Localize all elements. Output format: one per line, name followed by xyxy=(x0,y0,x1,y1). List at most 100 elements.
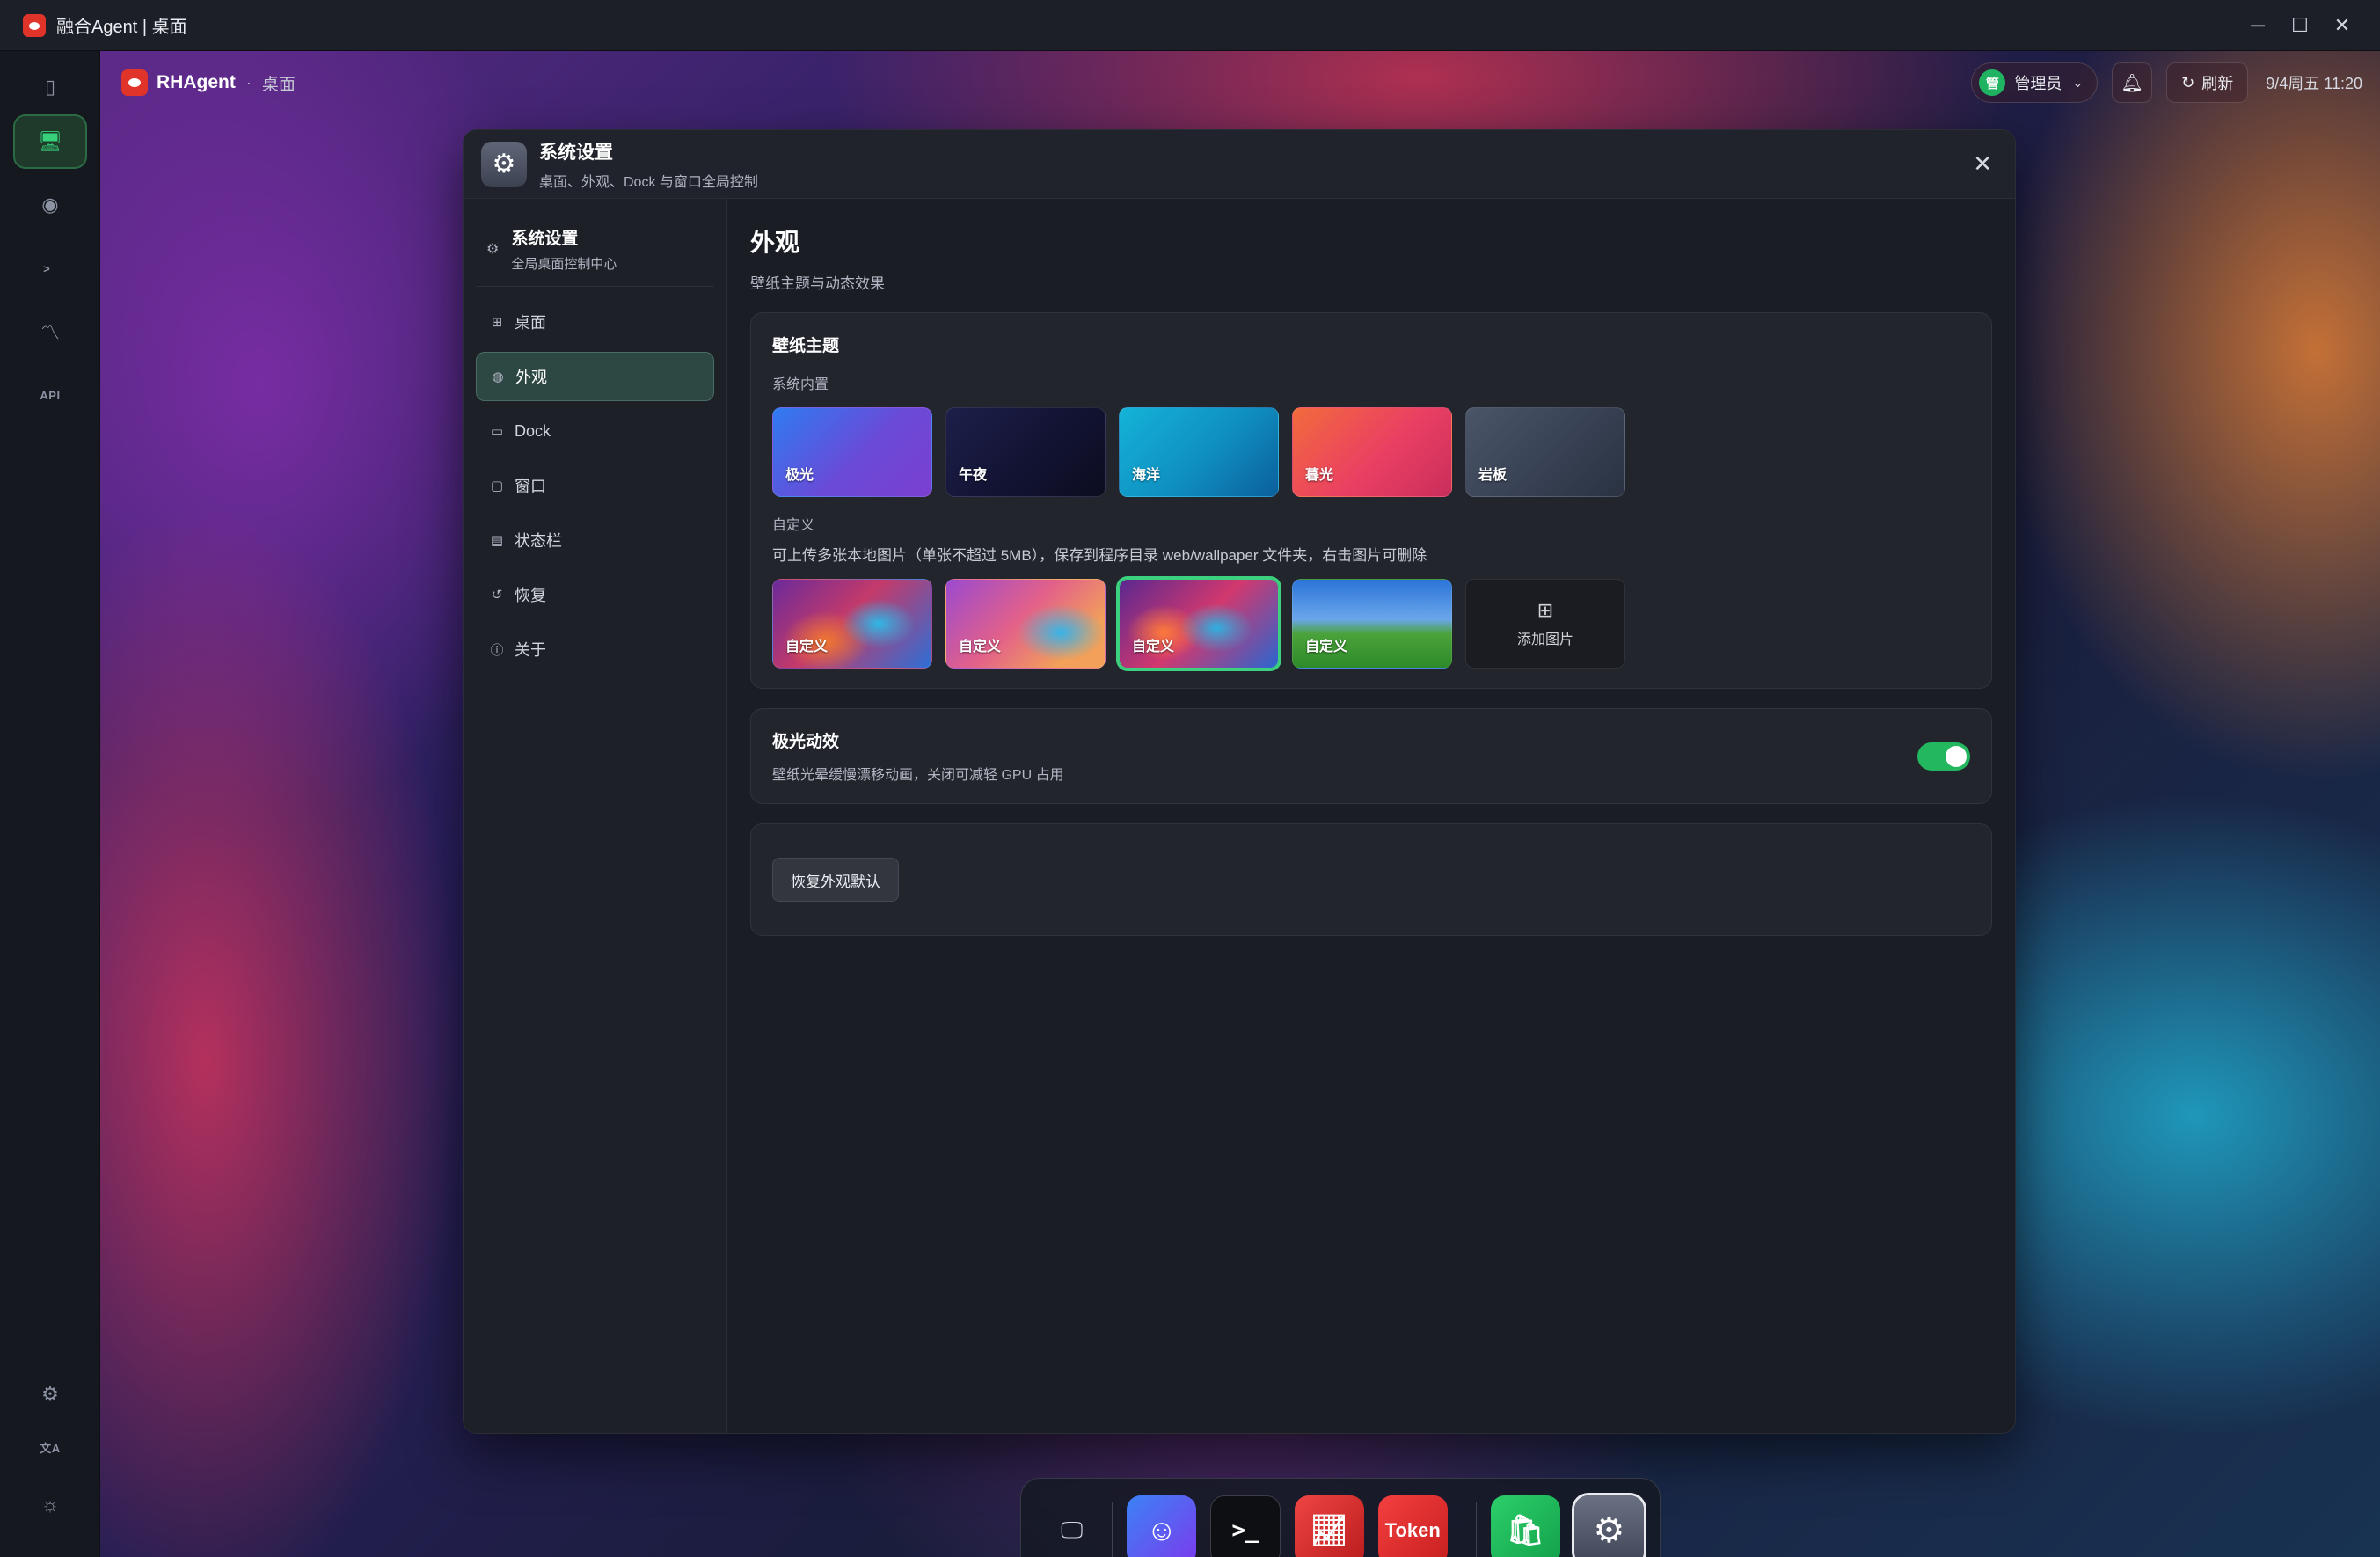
window-title: 融合Agent | 桌面 xyxy=(56,18,187,37)
custom-wallpapers: 自定义 自定义 自定义 自定义 ⊞ 添加图片 xyxy=(772,579,1970,669)
api-glyph: API xyxy=(40,388,61,402)
settings-gear-icon: ⚙ xyxy=(481,141,527,187)
close-window-button[interactable]: ✕ xyxy=(2322,0,2362,51)
add-image-icon: ⊞ xyxy=(1537,599,1554,621)
window-icon: ▢ xyxy=(490,479,504,493)
sidebar-item-label: Dock xyxy=(515,421,551,440)
sidebar-title: 系统设置 xyxy=(511,229,579,248)
wallpaper-label: 自定义 xyxy=(785,640,829,654)
wallpaper-label: 海洋 xyxy=(1132,468,1161,483)
custom-label: 自定义 xyxy=(772,518,815,533)
aurora-effect-card: 极光动效 壁纸光晕缓慢漂移动画，关闭可减轻 GPU 占用 xyxy=(750,708,1992,804)
add-image-button[interactable]: ⊞ 添加图片 xyxy=(1465,579,1625,669)
wallpaper-thumb-midnight[interactable]: 午夜 xyxy=(945,407,1106,497)
reset-appearance-button[interactable]: 恢复外观默认 xyxy=(772,858,899,902)
card-title: 壁纸主题 xyxy=(772,337,840,355)
add-image-label: 添加图片 xyxy=(1516,632,1573,647)
custom-description: 可上传多张本地图片（单张不超过 5MB），保存到程序目录 web/wallpap… xyxy=(772,547,1427,564)
modal-title: 系统设置 xyxy=(539,142,613,163)
brand-logo-icon xyxy=(121,69,148,96)
clock: 9/4周五 11:20 xyxy=(2266,75,2362,92)
palette-icon: ◍ xyxy=(492,369,504,384)
settings-app-icon[interactable]: ⚙ xyxy=(1573,1495,1644,1557)
wallpaper-thumb-dusk[interactable]: 暮光 xyxy=(1292,407,1452,497)
wallpaper-label: 自定义 xyxy=(959,640,1002,654)
refresh-label: 刷新 xyxy=(2201,75,2234,92)
wallpaper-label: 自定义 xyxy=(1132,640,1175,654)
brand-name: RHAgent xyxy=(157,72,236,92)
wallpaper-thumb-ocean[interactable]: 海洋 xyxy=(1119,407,1279,497)
refresh-button[interactable]: ↻ 刷新 xyxy=(2166,62,2249,103)
sidebar-item-desktop[interactable]: ⊞ 桌面 xyxy=(476,297,714,347)
app-logo-icon xyxy=(23,13,46,37)
settings-content: 外观 壁纸主题与动态效果 壁纸主题 系统内置 极光 午夜 海洋 暮光 岩板 自定… xyxy=(727,199,2015,1433)
gear-icon[interactable]: ⚙ xyxy=(13,1367,87,1422)
sidebar-subtitle: 全局桌面控制中心 xyxy=(511,256,617,272)
sidebar-toggle-icon[interactable]: ▯ xyxy=(13,60,87,114)
terminal-icon[interactable]: >_ xyxy=(13,241,87,296)
bell-icon[interactable]: 🔔︎ xyxy=(2112,62,2153,103)
chat-bot-app-icon[interactable]: ☺ xyxy=(1127,1495,1197,1557)
custom-wallpaper-thumb[interactable]: 自定义 xyxy=(945,579,1106,669)
chevron-down-icon: ⌄ xyxy=(2072,75,2084,90)
user-menu[interactable]: 管 管理员 ⌄ xyxy=(1971,62,2099,103)
sidebar-item-label: 状态栏 xyxy=(515,532,562,550)
aurora-effect-toggle[interactable] xyxy=(1917,742,1970,771)
wallpaper-label: 暮光 xyxy=(1305,468,1334,483)
info-icon: ⓘ xyxy=(490,642,504,658)
sidebar-item-about[interactable]: ⓘ 关于 xyxy=(476,625,714,674)
gear-small-icon: ⚙ xyxy=(486,241,500,257)
store-app-icon[interactable]: 🛍︎ xyxy=(1490,1495,1560,1557)
sidebar-item-label: 外观 xyxy=(515,369,547,386)
desktop-icon[interactable]: 🖥 xyxy=(13,114,87,169)
settings-sidebar: ⚙ 系统设置 全局桌面控制中心 ⊞ 桌面 ◍ 外观 ▭ Dock ▢ 窗口 ▤ … xyxy=(464,199,727,1433)
sidebar-item-label: 恢复 xyxy=(515,587,546,604)
reset-card: 恢复外观默认 xyxy=(750,823,1992,936)
dock-separator xyxy=(1475,1502,1477,1557)
sun-icon[interactable]: ☼ xyxy=(13,1478,87,1532)
refresh-icon: ↻ xyxy=(2181,73,2195,91)
chart-line-icon[interactable]: 〽 xyxy=(13,304,87,359)
maximize-button[interactable]: ☐ xyxy=(2280,0,2320,51)
minimize-button[interactable]: ─ xyxy=(2238,0,2278,51)
sidebar-item-restore[interactable]: ↺ 恢复 xyxy=(476,570,714,619)
custom-wallpaper-thumb[interactable]: 自定义 xyxy=(1292,579,1452,669)
api-icon[interactable]: API xyxy=(13,368,87,422)
modal-subtitle: 桌面、外观、Dock 与窗口全局控制 xyxy=(539,174,758,190)
robot-icon[interactable]: ◉ xyxy=(13,178,87,232)
dock-separator xyxy=(1112,1502,1113,1557)
settings-modal: ⚙ 系统设置 桌面、外观、Dock 与窗口全局控制 ✕ ⚙ 系统设置 全局桌面控… xyxy=(463,129,2016,1434)
translate-icon[interactable]: 文A xyxy=(13,1420,87,1474)
desktop-wallpaper: RHAgent · 桌面 管 管理员 ⌄ 🔔︎ ↻ 刷新 9/4周五 11:20… xyxy=(100,51,2380,1557)
sidebar-item-label: 关于 xyxy=(515,641,546,659)
wallpaper-thumb-slate[interactable]: 岩板 xyxy=(1465,407,1625,497)
grid-icon: ⊞ xyxy=(491,315,503,330)
sidebar-item-appearance[interactable]: ◍ 外观 xyxy=(476,352,714,401)
stock-chart-app-icon[interactable]: 📈︎ xyxy=(1294,1495,1364,1557)
custom-wallpaper-thumb[interactable]: 自定义 xyxy=(772,579,932,669)
sidebar-item-statusbar[interactable]: ▤ 状态栏 xyxy=(476,515,714,565)
statusbar-icon: ▤ xyxy=(490,533,504,548)
wallpaper-label: 午夜 xyxy=(959,468,988,483)
wallpaper-label: 岩板 xyxy=(1478,468,1508,483)
sidebar-header: ⚙ 系统设置 全局桌面控制中心 xyxy=(476,211,714,287)
wallpaper-label: 极光 xyxy=(785,468,814,483)
custom-wallpaper-thumb-selected[interactable]: 自定义 xyxy=(1119,579,1279,669)
show-desktop-icon[interactable]: 🖵 xyxy=(1046,1504,1098,1557)
close-icon[interactable]: ✕ xyxy=(1973,150,1992,178)
window-titlebar: 融合Agent | 桌面 ─ ☐ ✕ xyxy=(0,0,2380,51)
dock: 🖵 ☺ >_ 📈︎ Token 🛍︎ ⚙ xyxy=(1020,1478,1661,1557)
terminal-app-icon[interactable]: >_ xyxy=(1210,1495,1281,1557)
sidebar-item-label: 窗口 xyxy=(515,478,546,495)
wallpaper-thumb-aurora[interactable]: 极光 xyxy=(772,407,932,497)
modal-header: ⚙ 系统设置 桌面、外观、Dock 与窗口全局控制 ✕ xyxy=(464,130,2015,199)
sidebar-item-dock[interactable]: ▭ Dock xyxy=(476,406,714,456)
builtin-label: 系统内置 xyxy=(772,377,829,392)
token-app-icon[interactable]: Token xyxy=(1377,1495,1448,1557)
builtin-wallpapers: 极光 午夜 海洋 暮光 岩板 xyxy=(772,407,1970,497)
sidebar-item-label: 桌面 xyxy=(515,314,546,332)
avatar: 管 xyxy=(1979,69,2006,96)
sidebar-item-window[interactable]: ▢ 窗口 xyxy=(476,461,714,510)
terminal-glyph: >_ xyxy=(43,261,57,275)
aurora-effect-title: 极光动效 xyxy=(772,733,840,751)
